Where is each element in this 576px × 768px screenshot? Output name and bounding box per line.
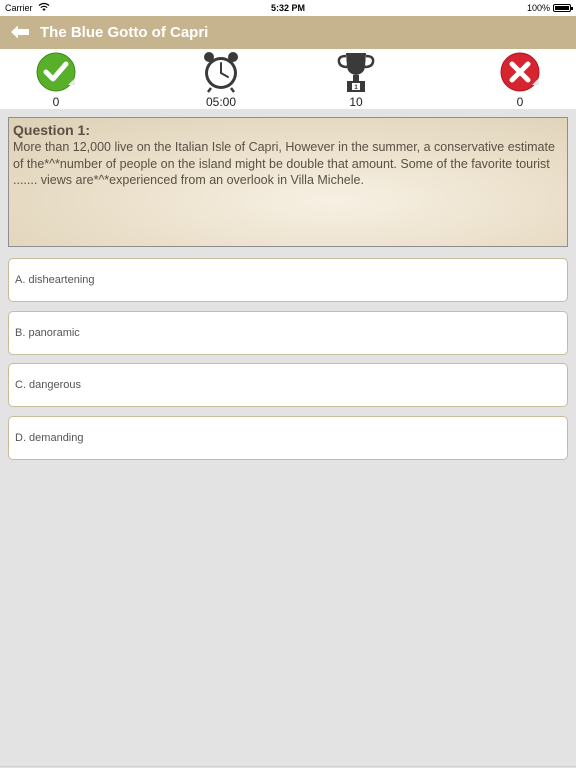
answer-option-label: D. demanding: [15, 432, 84, 444]
question-card: Question 1: More than 12,000 live on the…: [8, 117, 568, 247]
x-mark-icon: [500, 52, 540, 92]
answer-option-c[interactable]: C. dangerous: [8, 363, 568, 407]
answer-option-d[interactable]: D. demanding: [8, 416, 568, 460]
back-arrow-icon[interactable]: [10, 24, 30, 40]
wrong-stat: 0: [490, 49, 550, 109]
alarm-clock-icon: [204, 52, 238, 93]
trophy-icon: 1: [337, 53, 375, 92]
svg-text:1: 1: [354, 84, 358, 91]
stats-bar: 0 05:00 1 10 0: [0, 49, 576, 109]
answer-option-label: B. panoramic: [15, 327, 80, 339]
answer-option-a[interactable]: A. disheartening: [8, 258, 568, 302]
score-value: 10: [349, 95, 363, 109]
answer-option-label: A. disheartening: [15, 274, 95, 286]
correct-stat: 0: [26, 49, 86, 109]
nav-bar: The Blue Gotto of Capri: [0, 16, 576, 49]
battery-icon: [553, 4, 573, 12]
question-text: More than 12,000 live on the Italian Isl…: [13, 140, 555, 187]
wrong-count: 0: [516, 95, 524, 109]
correct-count: 0: [52, 95, 60, 109]
answer-option-label: C. dangerous: [15, 379, 82, 391]
check-icon: [36, 52, 76, 92]
timer-stat: 05:00: [191, 49, 251, 109]
page-title: The Blue Gotto of Capri: [40, 24, 209, 41]
answer-option-b[interactable]: B. panoramic: [8, 311, 568, 355]
score-stat: 1 10: [326, 49, 386, 109]
status-bar: Carrier 5:32 PM 100%: [0, 0, 576, 16]
bottom-divider: [0, 766, 576, 767]
timer-value: 05:00: [205, 95, 237, 109]
clock: 5:32 PM: [270, 3, 305, 13]
question-number: Question 1:: [13, 122, 91, 138]
battery-percent: 100%: [526, 3, 550, 13]
